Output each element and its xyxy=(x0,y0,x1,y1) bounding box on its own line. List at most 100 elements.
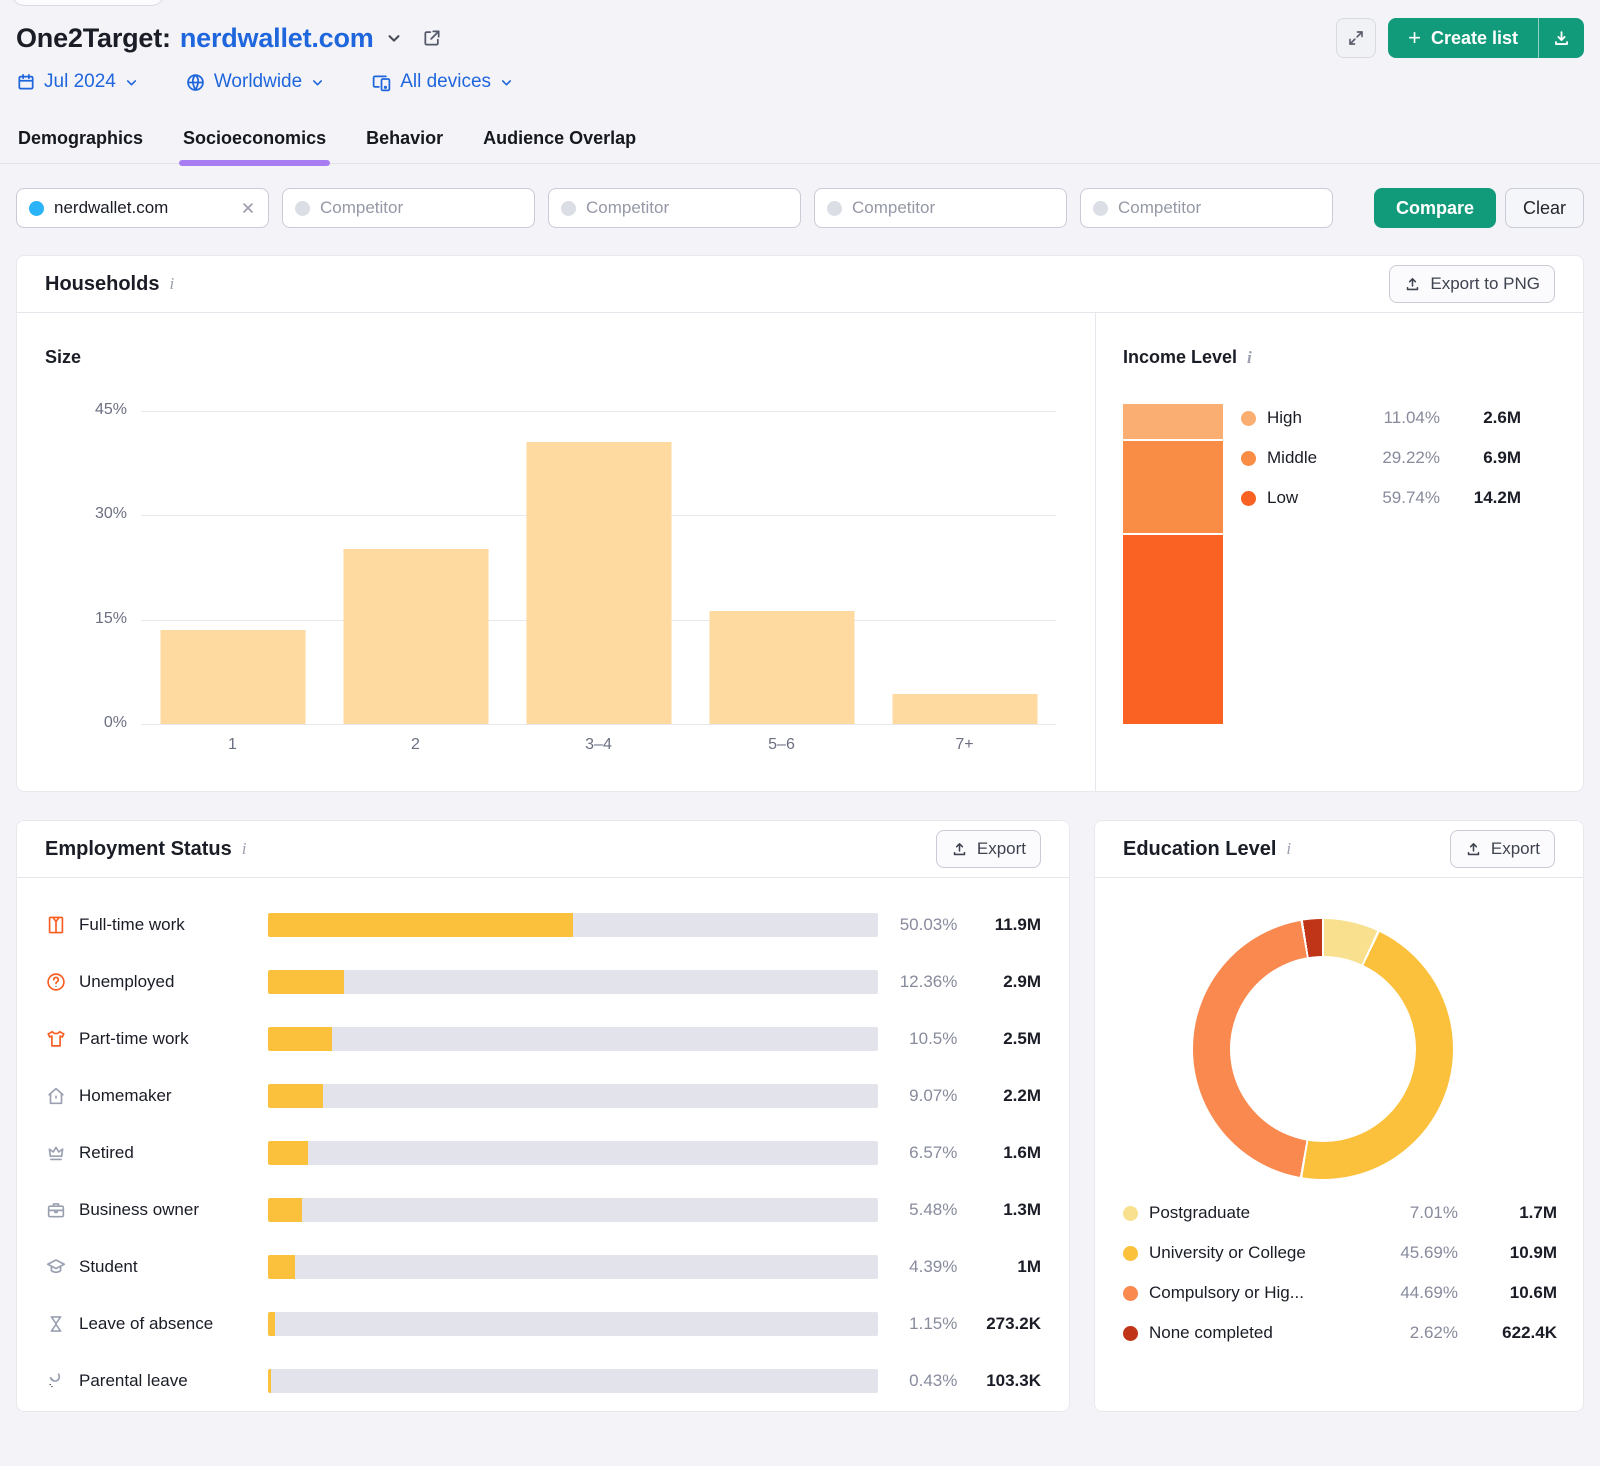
employment-bar-track xyxy=(268,1369,877,1393)
employment-bar-fill xyxy=(268,1198,301,1222)
income-segment-middle[interactable] xyxy=(1123,441,1223,535)
clear-button[interactable]: Clear xyxy=(1505,188,1584,228)
competitor-actions: Compare Clear xyxy=(1374,188,1584,228)
legend-dot xyxy=(1123,1206,1138,1221)
employment-percent: 5.48% xyxy=(878,1200,958,1220)
crown-icon xyxy=(45,1142,67,1164)
target-domain[interactable]: nerdwallet.com xyxy=(180,23,374,54)
legend-row: Low 59.74% 14.2M xyxy=(1241,478,1521,518)
employment-bar-track xyxy=(268,970,877,994)
legend-dot xyxy=(1123,1246,1138,1261)
date-filter[interactable]: Jul 2024 xyxy=(16,71,139,93)
expand-button[interactable] xyxy=(1336,18,1376,58)
hourglass-icon xyxy=(45,1313,67,1335)
compare-button[interactable]: Compare xyxy=(1374,188,1496,228)
tab-demographics[interactable]: Demographics xyxy=(16,122,145,163)
download-list-button[interactable] xyxy=(1538,18,1584,58)
competitor-input-1[interactable]: Competitor xyxy=(282,188,535,228)
chevron-down-icon xyxy=(310,75,325,90)
education-level-card: Education Level i Export Postgraduate 7.… xyxy=(1094,820,1584,1412)
info-icon[interactable]: i xyxy=(1247,348,1252,367)
legend-value: 622.4K xyxy=(1469,1323,1557,1343)
region-filter[interactable]: Worldwide xyxy=(185,71,325,93)
devices-filter-label: All devices xyxy=(400,71,491,93)
competitor-dot xyxy=(827,201,842,216)
date-filter-label: Jul 2024 xyxy=(44,71,116,93)
competitor-input-2[interactable]: Competitor xyxy=(548,188,801,228)
devices-filter[interactable]: All devices xyxy=(371,71,514,93)
x-axis-label: 1 xyxy=(228,736,237,754)
selected-domain-chip[interactable]: nerdwallet.com xyxy=(16,188,269,228)
question-icon xyxy=(45,971,67,993)
households-title: Households xyxy=(45,273,159,296)
income-segment-low[interactable] xyxy=(1123,535,1223,724)
title-actions: + Create list xyxy=(1336,18,1584,58)
education-header: Education Level i Export xyxy=(1095,821,1583,878)
income-level-stacked-bar xyxy=(1123,404,1223,724)
info-icon[interactable]: i xyxy=(1286,839,1291,859)
employment-percent: 1.15% xyxy=(878,1314,958,1334)
income-level-title: Income Leveli xyxy=(1123,347,1252,368)
info-icon[interactable]: i xyxy=(242,839,247,859)
legend-dot xyxy=(1123,1326,1138,1341)
chevron-down-icon xyxy=(124,75,139,90)
selected-domain-text: nerdwallet.com xyxy=(54,198,168,218)
employment-label: Business owner xyxy=(79,1200,268,1220)
legend-label: Low xyxy=(1267,488,1298,508)
legend-label: None completed xyxy=(1149,1323,1273,1343)
education-export-button[interactable]: Export xyxy=(1450,830,1555,868)
region-filter-label: Worldwide xyxy=(214,71,302,93)
size-bar[interactable] xyxy=(892,694,1037,724)
legend-dot xyxy=(1241,411,1256,426)
create-list-button[interactable]: + Create list xyxy=(1388,18,1538,58)
size-bar[interactable] xyxy=(709,611,854,724)
competitor-dot xyxy=(295,201,310,216)
export-png-button[interactable]: Export to PNG xyxy=(1389,265,1555,303)
legend-dot xyxy=(1241,491,1256,506)
employment-row: Unemployed 12.36% 2.9M xyxy=(45,953,1041,1010)
competitor-placeholder: Competitor xyxy=(586,198,669,218)
legend-label: Compulsory or Hig... xyxy=(1149,1283,1304,1303)
globe-icon xyxy=(185,72,206,93)
size-bar[interactable] xyxy=(160,630,305,724)
remove-domain-icon[interactable] xyxy=(240,200,256,216)
competitor-input-3[interactable]: Competitor xyxy=(814,188,1067,228)
external-link-icon[interactable] xyxy=(422,28,442,48)
tab-behavior[interactable]: Behavior xyxy=(364,122,445,163)
legend-row: None completed 2.62% 622.4K xyxy=(1123,1313,1557,1353)
x-axis-label: 5–6 xyxy=(768,736,795,754)
devices-icon xyxy=(371,72,392,93)
competitor-placeholder: Competitor xyxy=(320,198,403,218)
size-bar[interactable] xyxy=(343,549,488,724)
calendar-icon xyxy=(16,72,36,92)
employment-bar-track xyxy=(268,1027,877,1051)
competitor-input-4[interactable]: Competitor xyxy=(1080,188,1333,228)
tab-audience-overlap[interactable]: Audience Overlap xyxy=(481,122,638,163)
legend-label: University or College xyxy=(1149,1243,1306,1263)
page-title: One2Target: nerdwallet.com xyxy=(16,23,442,54)
hourglass-icon xyxy=(45,1313,67,1335)
income-segment-high[interactable] xyxy=(1123,404,1223,441)
education-legend: Postgraduate 7.01% 1.7M University or Co… xyxy=(1123,1193,1557,1353)
gridline: 0% xyxy=(141,724,1056,725)
competitor-dot xyxy=(1093,201,1108,216)
export-icon xyxy=(1465,841,1482,858)
legend-value: 10.9M xyxy=(1469,1243,1557,1263)
size-bar[interactable] xyxy=(526,442,671,724)
home-icon xyxy=(45,1085,67,1107)
employment-export-button[interactable]: Export xyxy=(936,830,1041,868)
info-icon[interactable]: i xyxy=(169,274,174,294)
create-list-split-button: + Create list xyxy=(1388,18,1584,58)
tab-socioeconomics[interactable]: Socioeconomics xyxy=(181,122,328,163)
chevron-down-icon[interactable] xyxy=(385,29,403,47)
employment-label: Leave of absence xyxy=(79,1314,268,1334)
briefcase-icon xyxy=(45,1199,67,1221)
shirt-icon xyxy=(45,914,67,936)
employment-row: Full-time work 50.03% 11.9M xyxy=(45,896,1041,953)
x-axis-label: 2 xyxy=(411,736,420,754)
employment-bar-track xyxy=(268,913,877,937)
home-icon xyxy=(45,1085,67,1107)
employment-percent: 0.43% xyxy=(878,1371,958,1391)
employment-percent: 12.36% xyxy=(878,972,958,992)
employment-row: Retired 6.57% 1.6M xyxy=(45,1124,1041,1181)
